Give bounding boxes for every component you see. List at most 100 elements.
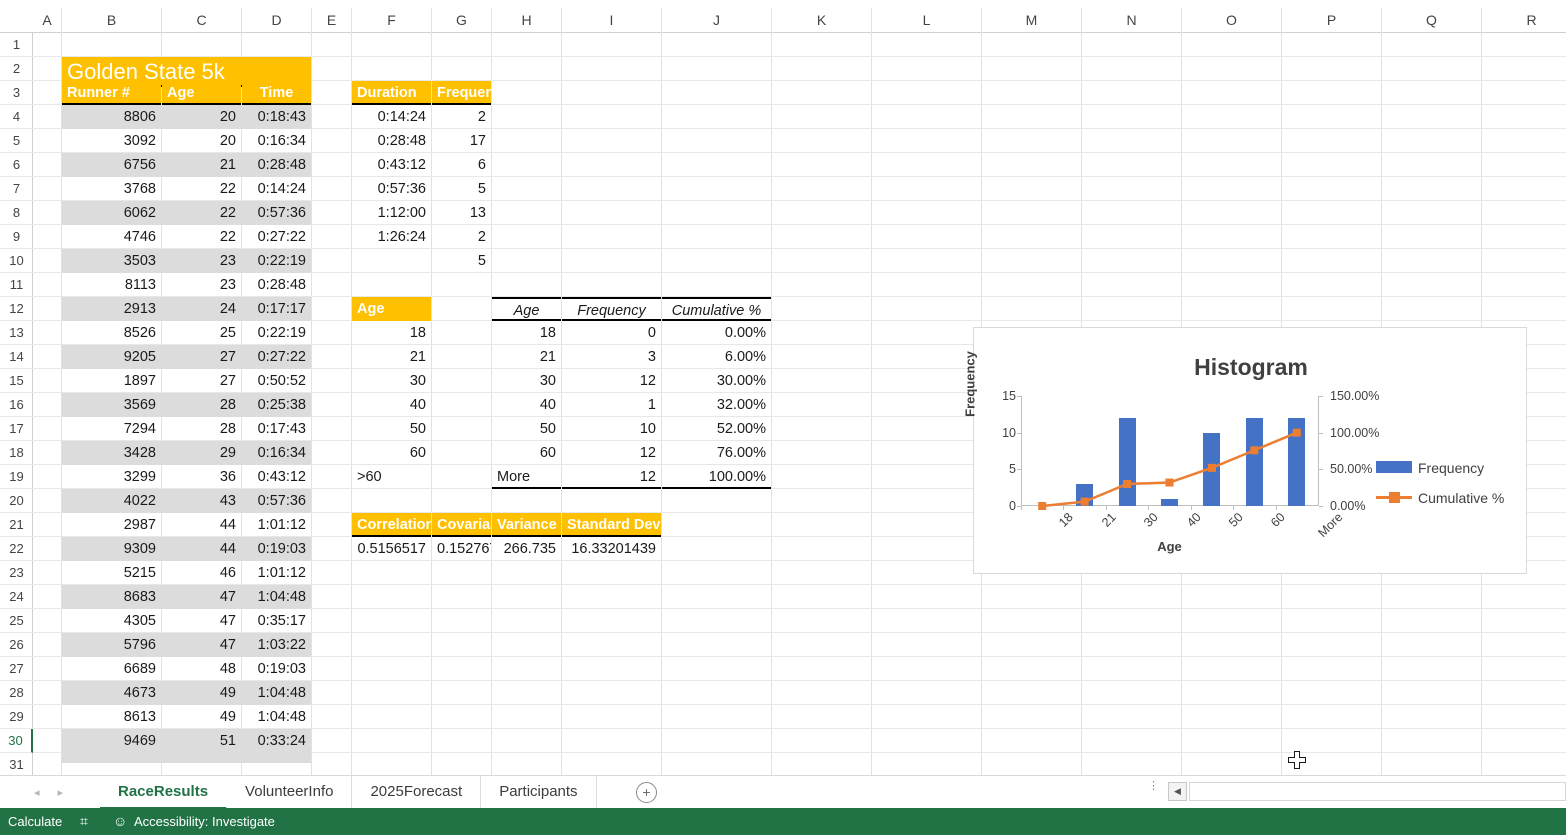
row-headers[interactable]: 1 2 3 4 5 6 7 8 9 10 11 12 13 14 15 16 17 18 19 20 21 22 23 24 2… bbox=[0, 33, 33, 777]
cell-time[interactable]: 1:04:48 bbox=[242, 585, 311, 609]
cell-runner[interactable]: 3428 bbox=[62, 441, 161, 465]
cell-time[interactable]: 0:57:36 bbox=[242, 489, 311, 513]
cell-hist-age[interactable]: More bbox=[492, 465, 561, 489]
cell-time[interactable]: 0:17:43 bbox=[242, 417, 311, 441]
cell-age-bin[interactable]: 21 bbox=[352, 345, 431, 369]
horizontal-scrollbar[interactable] bbox=[1189, 782, 1566, 801]
header-stat-3[interactable]: Standard Deviation bbox=[562, 513, 661, 537]
cell-hist-frequency[interactable]: 10 bbox=[562, 417, 661, 441]
cell-time[interactable]: 0:18:43 bbox=[242, 105, 311, 129]
cell-time[interactable]: 0:28:48 bbox=[242, 273, 311, 297]
record-macro-icon[interactable]: ⌗ bbox=[80, 808, 88, 835]
cell-time[interactable]: 0:27:22 bbox=[242, 345, 311, 369]
cell-time[interactable]: 0:28:48 bbox=[242, 153, 311, 177]
column-header-N[interactable]: N bbox=[1082, 8, 1182, 33]
cell-runner[interactable]: 6062 bbox=[62, 201, 161, 225]
header-stat-1[interactable]: Covariance bbox=[432, 513, 491, 537]
cell-time[interactable]: 0:22:19 bbox=[242, 249, 311, 273]
column-header-R[interactable]: R bbox=[1482, 8, 1566, 33]
hscroll-left-button[interactable]: ◀ bbox=[1168, 782, 1187, 801]
header-duration[interactable]: Duration bbox=[352, 81, 431, 105]
cell-runner[interactable]: 8806 bbox=[62, 105, 161, 129]
cell-stat-2[interactable]: 266.735 bbox=[492, 537, 561, 561]
header-hist-frequency[interactable]: Frequency bbox=[562, 297, 661, 321]
cell-duration-frequency[interactable]: 2 bbox=[432, 105, 491, 129]
row-header-12[interactable]: 12 bbox=[0, 297, 33, 321]
cell-time[interactable]: 1:03:22 bbox=[242, 633, 311, 657]
cell-age-bin[interactable]: 60 bbox=[352, 441, 431, 465]
cell-age[interactable]: 25 bbox=[162, 321, 241, 345]
cell-age[interactable]: 36 bbox=[162, 465, 241, 489]
cell-time[interactable]: 0:16:34 bbox=[242, 129, 311, 153]
cell-hist-age[interactable]: 60 bbox=[492, 441, 561, 465]
sheet-tabs[interactable]: RaceResults VolunteerInfo 2025Forecast Part… bbox=[100, 776, 597, 809]
column-header-F[interactable]: F bbox=[352, 8, 432, 33]
row-header-21[interactable]: 21 bbox=[0, 513, 33, 537]
cell-runner[interactable]: 2913 bbox=[62, 297, 161, 321]
cell-duration-frequency[interactable]: 2 bbox=[432, 225, 491, 249]
accessibility-icon[interactable]: ☺ bbox=[113, 808, 127, 835]
histogram-chart[interactable]: Histogram Frequency 0 5 10 15 0.00% 50.00% 100… bbox=[963, 327, 1527, 574]
header-hist-age[interactable]: Age bbox=[492, 297, 561, 321]
cell-time[interactable]: 1:04:48 bbox=[242, 681, 311, 705]
cell-age-bin[interactable]: 30 bbox=[352, 369, 431, 393]
cell-age-bin[interactable]: 18 bbox=[352, 321, 431, 345]
cell-runner[interactable]: 8613 bbox=[62, 705, 161, 729]
row-header-31[interactable]: 31 bbox=[0, 753, 33, 777]
cell-hist-age[interactable]: 21 bbox=[492, 345, 561, 369]
cell-age[interactable]: 23 bbox=[162, 249, 241, 273]
column-header-O[interactable]: O bbox=[1182, 8, 1282, 33]
row-header-6[interactable]: 6 bbox=[0, 153, 33, 177]
cell-age[interactable]: 47 bbox=[162, 585, 241, 609]
row-header-13[interactable]: 13 bbox=[0, 321, 33, 345]
row-header-16[interactable]: 16 bbox=[0, 393, 33, 417]
cell-hist-frequency[interactable]: 0 bbox=[562, 321, 661, 345]
cell-age[interactable]: 48 bbox=[162, 657, 241, 681]
cell-age[interactable]: 44 bbox=[162, 537, 241, 561]
cell-age[interactable]: 49 bbox=[162, 681, 241, 705]
header-time[interactable]: Time bbox=[242, 81, 311, 105]
cell-hist-cumulative[interactable]: 100.00% bbox=[662, 465, 771, 489]
cell-time[interactable]: 0:57:36 bbox=[242, 201, 311, 225]
row-header-14[interactable]: 14 bbox=[0, 345, 33, 369]
cell-stat-1[interactable]: 0.152767 bbox=[432, 537, 491, 561]
row-header-3[interactable]: 3 bbox=[0, 81, 33, 105]
cell-time[interactable]: 0:43:12 bbox=[242, 465, 311, 489]
cell-time[interactable]: 0:14:24 bbox=[242, 177, 311, 201]
cell-age[interactable]: 28 bbox=[162, 417, 241, 441]
cell-age[interactable]: 47 bbox=[162, 633, 241, 657]
sheet-nav-arrows[interactable]: ◂ ▸ bbox=[34, 776, 63, 809]
cell-age-bin[interactable]: 40 bbox=[352, 393, 431, 417]
column-header-G[interactable]: G bbox=[432, 8, 492, 33]
cell-age[interactable]: 51 bbox=[162, 729, 241, 753]
cell-duration[interactable]: 0:43:12 bbox=[352, 153, 431, 177]
column-header-P[interactable]: P bbox=[1282, 8, 1382, 33]
cell-runner[interactable]: 9309 bbox=[62, 537, 161, 561]
cell-time[interactable]: 0:19:03 bbox=[242, 657, 311, 681]
row-header-19[interactable]: 19 bbox=[0, 465, 33, 489]
row-header-23[interactable]: 23 bbox=[0, 561, 33, 585]
cell-runner[interactable]: 5215 bbox=[62, 561, 161, 585]
cell-hist-age[interactable]: 30 bbox=[492, 369, 561, 393]
row-header-15[interactable]: 15 bbox=[0, 369, 33, 393]
prev-sheet-icon[interactable]: ◂ bbox=[34, 786, 40, 799]
row-header-2[interactable]: 2 bbox=[0, 57, 33, 81]
cell-time[interactable]: 0:22:19 bbox=[242, 321, 311, 345]
cell-age-bin[interactable]: 50 bbox=[352, 417, 431, 441]
sheet-tab-participants[interactable]: Participants bbox=[481, 776, 597, 809]
cell-age[interactable]: 43 bbox=[162, 489, 241, 513]
cell-age[interactable]: 27 bbox=[162, 369, 241, 393]
cell-stat-0[interactable]: 0.5156517 bbox=[352, 537, 431, 561]
cell-age[interactable]: 27 bbox=[162, 345, 241, 369]
cell-age[interactable]: 29 bbox=[162, 441, 241, 465]
cell-time[interactable]: 0:19:03 bbox=[242, 537, 311, 561]
cell-hist-age[interactable]: 18 bbox=[492, 321, 561, 345]
next-sheet-icon[interactable]: ▸ bbox=[58, 786, 64, 799]
cell-age[interactable]: 49 bbox=[162, 705, 241, 729]
cell-runner[interactable]: 1897 bbox=[62, 369, 161, 393]
cell-runner[interactable]: 3569 bbox=[62, 393, 161, 417]
cell-time[interactable]: 1:01:12 bbox=[242, 513, 311, 537]
cell-runner[interactable]: 3503 bbox=[62, 249, 161, 273]
cell-age[interactable]: 24 bbox=[162, 297, 241, 321]
cell-duration-frequency[interactable]: 13 bbox=[432, 201, 491, 225]
